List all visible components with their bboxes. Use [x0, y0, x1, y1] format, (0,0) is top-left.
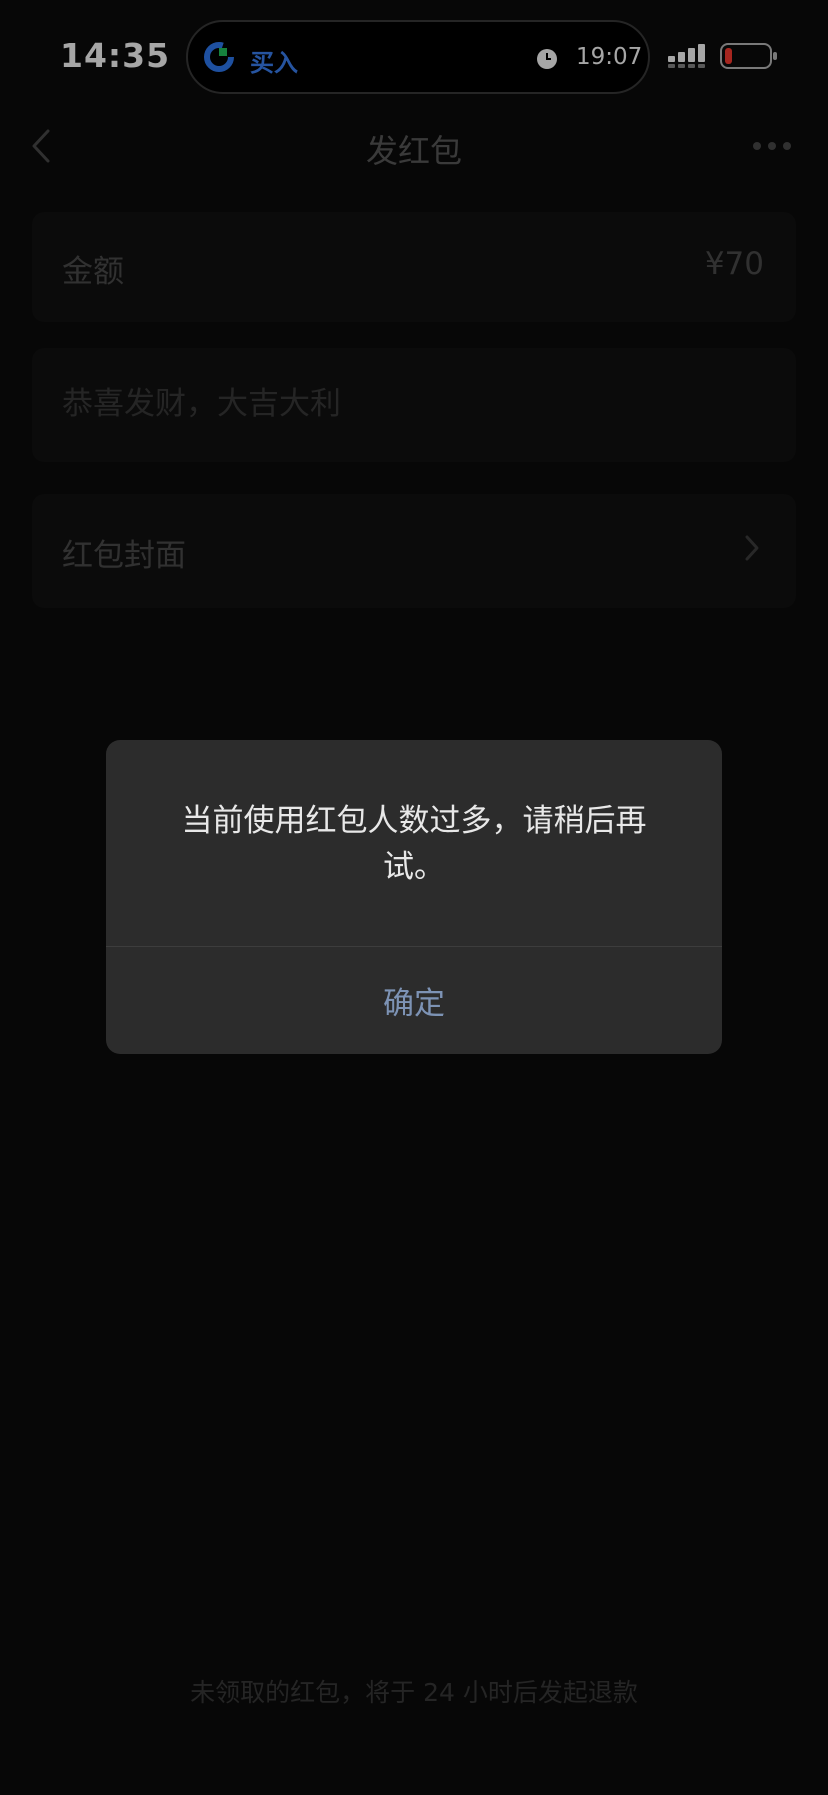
confirm-button[interactable]: 确定 [106, 947, 722, 1054]
dialog-message: 当前使用红包人数过多，请稍后再试。 [181, 803, 647, 885]
screen: 14:35 买入 19:07 发红包 金额 ¥70 恭喜发财，大吉大利 红包封面… [0, 0, 828, 1795]
alert-dialog: 当前使用红包人数过多，请稍后再试。 确定 [106, 740, 722, 1054]
